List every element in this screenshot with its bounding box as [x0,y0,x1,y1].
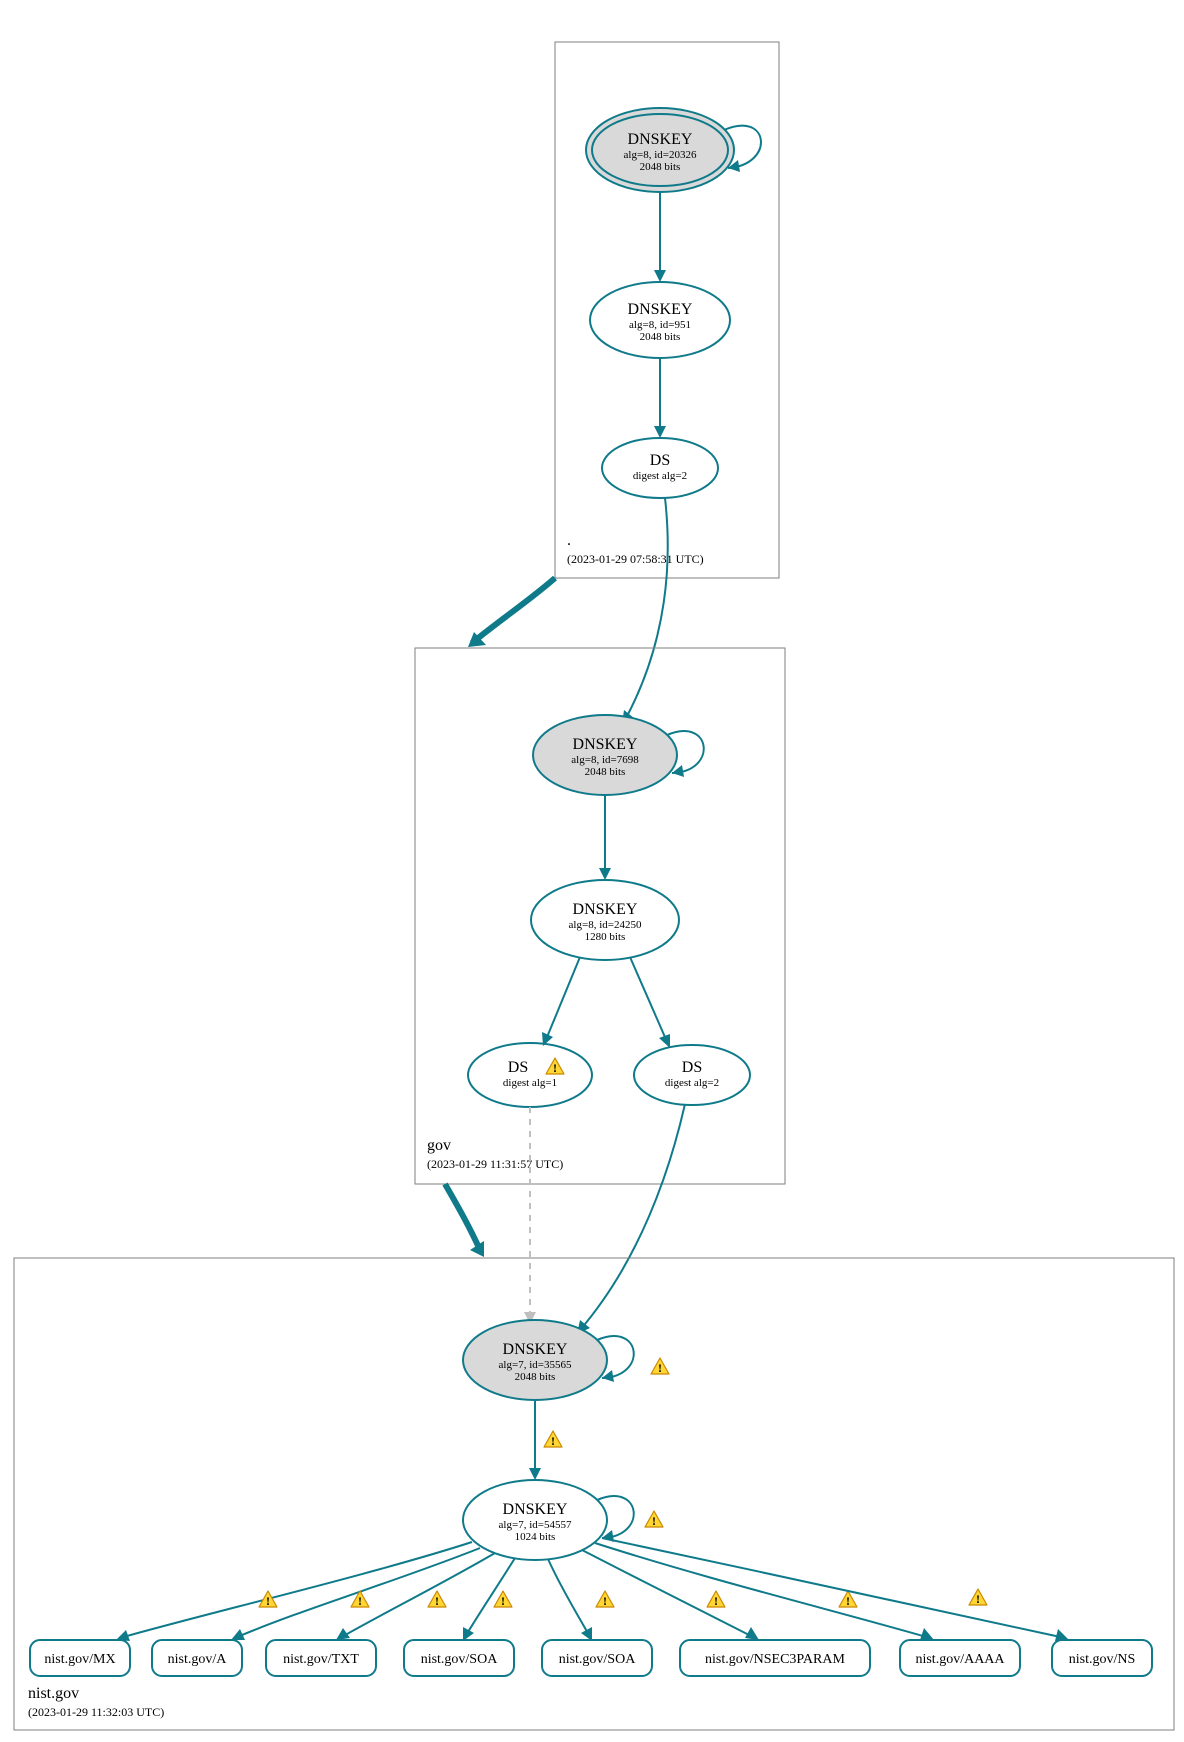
svg-text:nist.gov/AAAA: nist.gov/AAAA [915,1652,1005,1667]
node-gov-ds2: DS digest alg=2 [634,1045,750,1105]
node-gov-ds1: DS digest alg=1 [468,1043,592,1107]
svg-text:2048 bits: 2048 bits [640,331,681,343]
edge-nist-zsk-nsec3param [582,1550,755,1638]
svg-text:DS: DS [508,1059,528,1076]
svg-text:DS: DS [682,1059,702,1076]
svg-text:DNSKEY: DNSKEY [503,1501,568,1518]
warning-icon [707,1591,725,1608]
edge-nist-zsk-ns [602,1538,1065,1638]
node-nist-zsk: DNSKEY alg=7, id=54557 1024 bits [463,1480,607,1560]
rr-soa1: nist.gov/SOA [404,1640,514,1676]
node-root-zsk: DNSKEY alg=8, id=951 2048 bits [590,282,730,358]
svg-text:1024 bits: 1024 bits [515,1531,556,1543]
svg-text:nist.gov/MX: nist.gov/MX [44,1652,115,1667]
svg-text:DS: DS [650,452,670,469]
edge-nist-zsk-soa2 [548,1559,590,1637]
warning-icon [596,1591,614,1608]
svg-text:DNSKEY: DNSKEY [573,901,638,918]
edge-gov-zsk-ds1 [545,957,580,1042]
node-gov-zsk: DNSKEY alg=8, id=24250 1280 bits [531,880,679,960]
edge-nist-zsk-soa1 [465,1558,515,1637]
svg-text:2048 bits: 2048 bits [640,161,681,173]
svg-text:alg=8, id=7698: alg=8, id=7698 [571,754,639,766]
svg-text:alg=8, id=20326: alg=8, id=20326 [624,149,697,161]
zone-gov-timestamp: (2023-01-29 11:31:57 UTC) [427,1157,563,1171]
warning-icon [839,1591,857,1608]
svg-text:2048 bits: 2048 bits [515,1371,556,1383]
warning-icon [494,1591,512,1608]
rr-ns: nist.gov/NS [1052,1640,1152,1676]
svg-text:DNSKEY: DNSKEY [573,736,638,753]
warning-icon [428,1591,446,1608]
svg-text:DNSKEY: DNSKEY [628,301,693,318]
edge-nist-zsk-a [235,1548,480,1638]
rr-soa2: nist.gov/SOA [542,1640,652,1676]
svg-text:nist.gov/SOA: nist.gov/SOA [559,1652,637,1667]
edge-gov-to-nist-zone [445,1184,480,1250]
rr-a: nist.gov/A [152,1640,242,1676]
node-gov-ksk: DNSKEY alg=8, id=7698 2048 bits [533,715,677,795]
zone-root-name: . [567,532,571,549]
svg-text:DNSKEY: DNSKEY [503,1341,568,1358]
edge-gov-ds2-nist-ksk [580,1104,685,1330]
svg-text:nist.gov/NS: nist.gov/NS [1069,1652,1136,1667]
rr-mx: nist.gov/MX [30,1640,130,1676]
edge-nist-zsk-mx [120,1542,472,1638]
svg-text:nist.gov/NSEC3PARAM: nist.gov/NSEC3PARAM [705,1652,845,1667]
rr-nsec3param: nist.gov/NSEC3PARAM [680,1640,870,1676]
zone-gov-name: gov [427,1137,451,1154]
warning-icon [645,1511,663,1528]
zone-nist-name: nist.gov [28,1685,79,1702]
node-root-ds: DS digest alg=2 [602,438,718,498]
svg-text:alg=8, id=24250: alg=8, id=24250 [569,919,642,931]
svg-text:nist.gov/A: nist.gov/A [168,1652,228,1667]
svg-text:alg=7, id=35565: alg=7, id=35565 [499,1359,572,1371]
warning-icon [651,1358,669,1375]
edge-root-ds-gov-ksk [625,498,668,720]
node-root-ksk: DNSKEY alg=8, id=20326 2048 bits [586,108,734,192]
warning-icon [969,1589,987,1606]
svg-text:2048 bits: 2048 bits [585,766,626,778]
svg-text:1280 bits: 1280 bits [585,931,626,943]
warning-icon [544,1431,562,1448]
edge-nist-zsk-aaaa [595,1543,930,1638]
edge-root-to-gov-zone [472,578,555,643]
zone-nist-timestamp: (2023-01-29 11:32:03 UTC) [28,1705,164,1719]
svg-text:nist.gov/TXT: nist.gov/TXT [283,1652,359,1667]
svg-text:alg=8, id=951: alg=8, id=951 [629,319,691,331]
dnssec-chain-diagram: ! . (2023-01-29 07:58:31 UTC) DNSKEY alg… [0,0,1184,1742]
svg-text:digest alg=2: digest alg=2 [665,1077,719,1089]
node-nist-ksk: DNSKEY alg=7, id=35565 2048 bits [463,1320,607,1400]
svg-text:digest alg=1: digest alg=1 [503,1077,557,1089]
svg-text:digest alg=2: digest alg=2 [633,470,687,482]
rr-txt: nist.gov/TXT [266,1640,376,1676]
svg-text:nist.gov/SOA: nist.gov/SOA [421,1652,499,1667]
rr-aaaa: nist.gov/AAAA [900,1640,1020,1676]
edge-gov-zsk-ds2 [630,957,668,1044]
zone-root-timestamp: (2023-01-29 07:58:31 UTC) [567,552,704,566]
svg-text:alg=7, id=54557: alg=7, id=54557 [499,1519,572,1531]
svg-text:DNSKEY: DNSKEY [628,131,693,148]
